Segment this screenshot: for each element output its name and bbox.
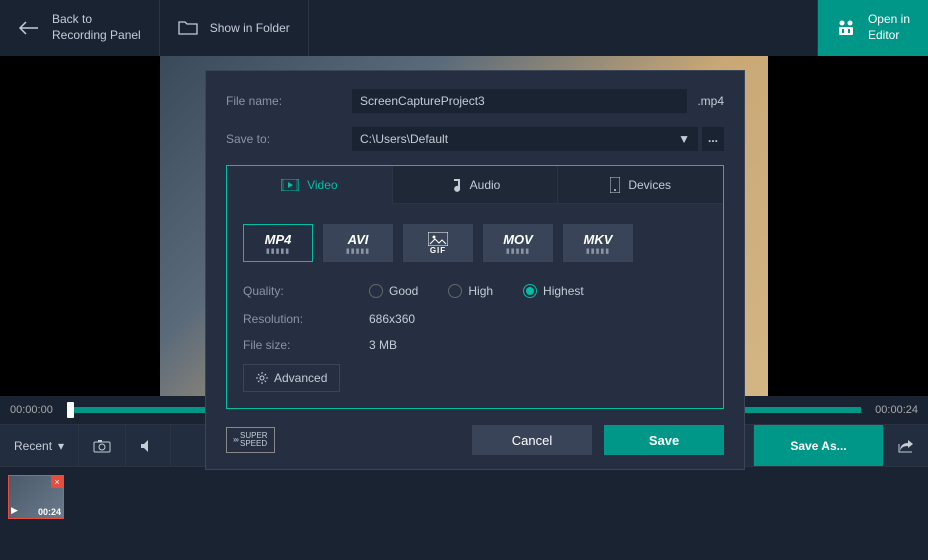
resolution-label: Resolution: [243, 312, 369, 326]
play-icon: ▶ [11, 505, 18, 516]
show-in-folder-label: Show in Folder [210, 21, 290, 35]
open-in-editor-button[interactable]: Open in Editor [818, 0, 928, 56]
format-avi[interactable]: AVI▮▮▮▮▮ [323, 224, 393, 262]
format-mp4[interactable]: MP4▮▮▮▮▮ [243, 224, 313, 262]
open-in-editor-label: Open in Editor [868, 12, 910, 43]
filesize-label: File size: [243, 338, 369, 352]
browse-button[interactable]: ... [702, 127, 724, 151]
quality-label: Quality: [243, 284, 369, 298]
super-speed-badge[interactable]: ›››SUPER SPEED [226, 427, 275, 453]
file-name-label: File name: [226, 94, 352, 108]
tab-video-body: MP4▮▮▮▮▮ AVI▮▮▮▮▮ GIF MOV▮▮▮▮▮ MKV▮▮▮▮▮ … [227, 204, 723, 408]
format-list: MP4▮▮▮▮▮ AVI▮▮▮▮▮ GIF MOV▮▮▮▮▮ MKV▮▮▮▮▮ [243, 224, 707, 262]
save-to-dropdown[interactable]: C:\Users\Default ▼ [352, 127, 698, 151]
show-in-folder-button[interactable]: Show in Folder [160, 0, 309, 56]
share-icon [898, 439, 914, 453]
tabs: Video Audio Devices [227, 166, 723, 204]
video-icon [281, 179, 299, 191]
save-as-label: Save As... [790, 439, 846, 453]
save-to-label: Save to: [226, 132, 352, 146]
format-panel: Video Audio Devices MP4▮▮▮▮▮ AVI▮▮▮▮▮ GI… [226, 165, 724, 409]
top-toolbar: Back to Recording Panel Show in Folder O… [0, 0, 928, 56]
gear-icon [256, 372, 268, 384]
tab-video-label: Video [307, 178, 337, 192]
toolbar-spacer [309, 0, 818, 56]
save-button[interactable]: Save [604, 425, 724, 455]
file-ext: .mp4 [697, 94, 724, 108]
dialog-footer: ›››SUPER SPEED Cancel Save [226, 425, 724, 455]
editor-icon [836, 19, 856, 37]
mute-button[interactable] [126, 425, 171, 466]
close-icon[interactable]: × [51, 476, 63, 488]
recent-label: Recent [14, 439, 52, 453]
advanced-label: Advanced [274, 371, 327, 385]
share-button[interactable] [884, 425, 928, 466]
quality-high[interactable]: High [448, 284, 493, 298]
recent-button[interactable]: Recent▾ [0, 425, 79, 466]
save-as-button[interactable]: Save As... [754, 425, 884, 466]
quality-good[interactable]: Good [369, 284, 418, 298]
time-end: 00:00:24 [865, 404, 928, 416]
format-mov[interactable]: MOV▮▮▮▮▮ [483, 224, 553, 262]
thumbnails-row: × ▶ 00:24 [0, 466, 928, 536]
advanced-button[interactable]: Advanced [243, 364, 340, 392]
arrow-left-icon [18, 21, 40, 35]
save-to-value: C:\Users\Default [360, 132, 448, 146]
tab-audio[interactable]: Audio [393, 166, 559, 204]
clip-duration: 00:24 [38, 507, 61, 517]
chevron-down-icon: ▼ [678, 132, 690, 146]
tab-devices[interactable]: Devices [558, 166, 723, 204]
devices-icon [610, 177, 620, 193]
tab-devices-label: Devices [628, 178, 671, 192]
image-icon [428, 232, 448, 246]
folder-icon [178, 20, 198, 36]
cancel-button[interactable]: Cancel [472, 425, 592, 455]
file-name-input[interactable] [352, 89, 687, 113]
back-button[interactable]: Back to Recording Panel [0, 0, 160, 56]
format-gif[interactable]: GIF [403, 224, 473, 262]
save-dialog: File name: .mp4 Save to: C:\Users\Defaul… [205, 70, 745, 470]
tab-audio-label: Audio [470, 178, 501, 192]
camera-icon [93, 439, 111, 453]
format-mkv[interactable]: MKV▮▮▮▮▮ [563, 224, 633, 262]
tab-video[interactable]: Video [227, 166, 393, 204]
back-label: Back to Recording Panel [52, 12, 141, 43]
audio-icon [450, 178, 462, 192]
time-start: 00:00:00 [0, 404, 63, 416]
speaker-icon [140, 439, 156, 453]
clip-thumbnail[interactable]: × ▶ 00:24 [8, 475, 64, 519]
quality-highest[interactable]: Highest [523, 284, 584, 298]
camera-button[interactable] [79, 425, 126, 466]
filesize-value: 3 MB [369, 338, 397, 352]
resolution-value: 686x360 [369, 312, 415, 326]
